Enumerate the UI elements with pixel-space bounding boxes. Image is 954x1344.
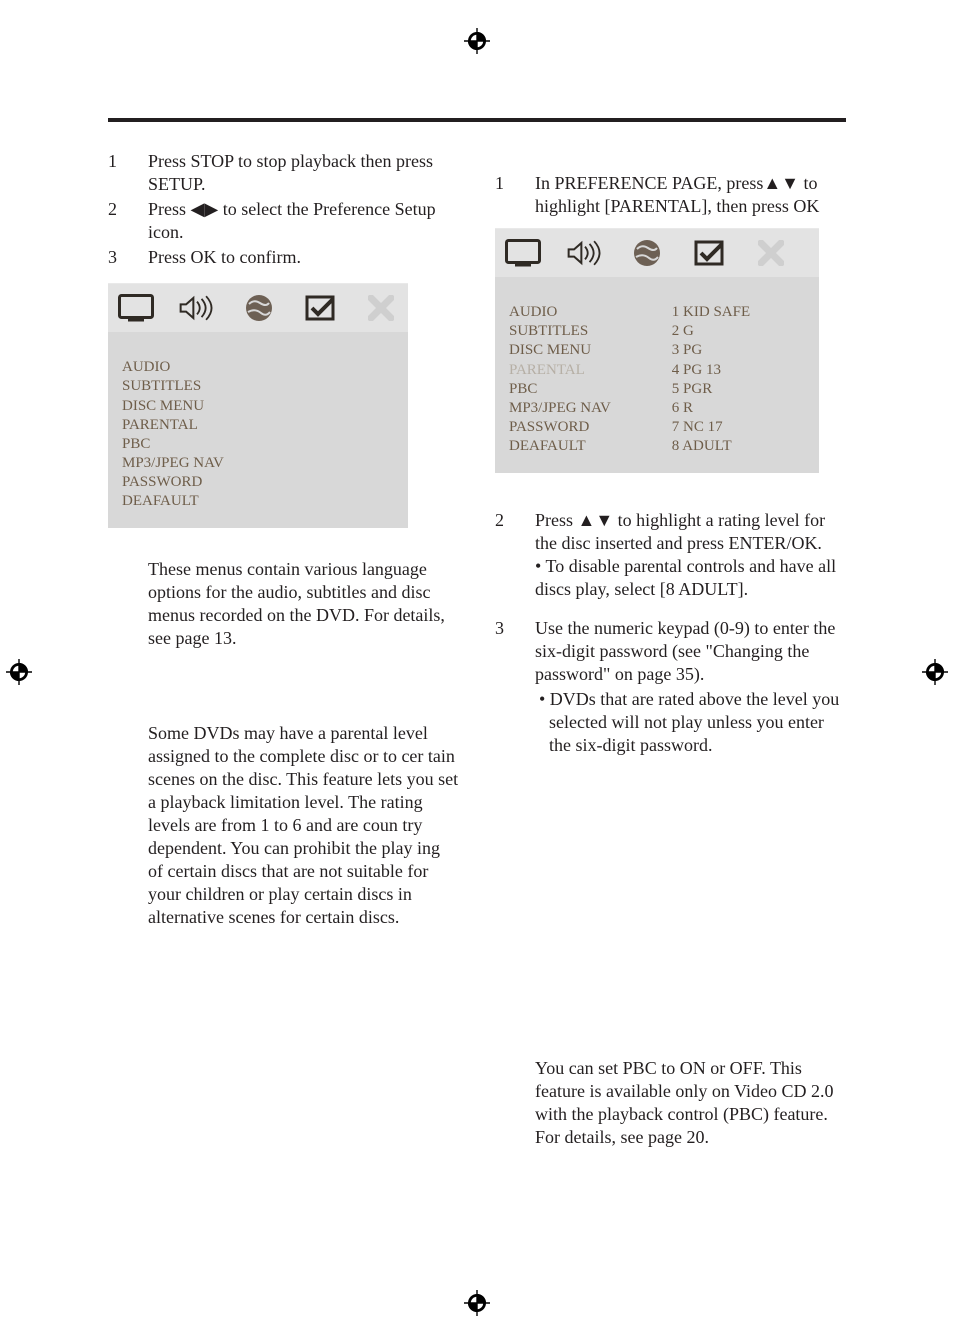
crop-mark-left-icon bbox=[6, 659, 32, 685]
osd-menu-item: PBC bbox=[122, 435, 272, 454]
osd-menu-item: SUBTITLES bbox=[509, 322, 672, 341]
right-step3: 3 Use the numeric keypad (0-9) to enter … bbox=[495, 617, 846, 757]
step-number: 3 bbox=[495, 617, 535, 757]
globe-icon bbox=[627, 237, 667, 269]
osd-menu-item: PARENTAL bbox=[122, 416, 272, 435]
osd-menu-item: MP3/JPEG NAV bbox=[509, 399, 672, 418]
osd-rating-item: 3 PG bbox=[672, 341, 805, 360]
osd-menu-item: DEAFAULT bbox=[122, 492, 272, 511]
list-item: 2 Press ▲▼ to highlight a rating level f… bbox=[495, 509, 846, 601]
paragraph-parental: Some DVDs may have a parental level assi… bbox=[108, 722, 459, 929]
osd-menu-item: PASSWORD bbox=[122, 473, 272, 492]
osd-menu-item: DISC MENU bbox=[122, 397, 272, 416]
checkbox-icon bbox=[689, 237, 729, 269]
crop-mark-bottom-icon bbox=[464, 1290, 490, 1316]
tv-icon bbox=[503, 237, 543, 269]
osd-rating-item: 8 ADULT bbox=[672, 437, 805, 456]
osd-menu-item: AUDIO bbox=[509, 303, 672, 322]
crop-mark-top-icon bbox=[464, 28, 490, 54]
globe-icon bbox=[239, 292, 278, 324]
osd-rating-item: 7 NC 17 bbox=[672, 418, 805, 437]
speaker-icon bbox=[177, 292, 217, 324]
step-text-main: Use the numeric keypad (0-9) to enter th… bbox=[535, 618, 835, 684]
osd-menu-item: AUDIO bbox=[122, 358, 272, 377]
osd-rating-item: 2 G bbox=[672, 322, 805, 341]
step-number: 2 bbox=[108, 198, 148, 244]
step-text-main: Press ▲▼ to highlight a rating level for… bbox=[535, 510, 825, 553]
osd-rating-item: 5 PGR bbox=[672, 380, 805, 399]
osd-rating-item: 1 KID SAFE bbox=[672, 303, 805, 322]
step-text: Press ◀▶ to select the Preference Setup … bbox=[148, 198, 459, 244]
page-content: 1 Press STOP to stop playback then press… bbox=[108, 118, 846, 1226]
step-number: 3 bbox=[108, 246, 148, 269]
list-item: 3 Press OK to confirm. bbox=[108, 246, 459, 269]
crop-mark-right-icon bbox=[922, 659, 948, 685]
osd-menu-item: MP3/JPEG NAV bbox=[122, 454, 272, 473]
step-text: Press STOP to stop playback then press S… bbox=[148, 150, 459, 196]
step-number: 1 bbox=[108, 150, 148, 196]
osd-tabbar bbox=[108, 284, 408, 332]
divider bbox=[108, 118, 846, 122]
right-column: 1 In PREFERENCE PAGE, press▲▼ to highlig… bbox=[495, 150, 846, 1149]
step-text: Press OK to confirm. bbox=[148, 246, 459, 269]
osd-menu-body: AUDIOSUBTITLESDISC MENUPARENTALPBCMP3/JP… bbox=[495, 293, 819, 473]
osd-rating-item: 6 R bbox=[672, 399, 805, 418]
paragraph-pbc: You can set PBC to ON or OFF. This featu… bbox=[495, 1057, 846, 1149]
step-text: Press ▲▼ to highlight a rating level for… bbox=[535, 509, 846, 601]
osd-menu-item: PBC bbox=[509, 380, 672, 399]
right-step2: 2 Press ▲▼ to highlight a rating level f… bbox=[495, 509, 846, 601]
osd-tabbar bbox=[495, 229, 819, 277]
osd-panel-preference: AUDIOSUBTITLESDISC MENUPARENTALPBCMP3/JP… bbox=[108, 283, 408, 528]
step-text-bullet: • To disable parental controls and have … bbox=[535, 556, 836, 599]
list-item: 1 In PREFERENCE PAGE, press▲▼ to highlig… bbox=[495, 172, 846, 218]
osd-menu-body: AUDIOSUBTITLESDISC MENUPARENTALPBCMP3/JP… bbox=[108, 348, 408, 528]
osd-menu-item: PARENTAL bbox=[509, 361, 672, 380]
checkbox-icon bbox=[300, 292, 339, 324]
list-item: 3 Use the numeric keypad (0-9) to enter … bbox=[495, 617, 846, 757]
list-item: 2 Press ◀▶ to select the Preference Setu… bbox=[108, 198, 459, 244]
left-column: 1 Press STOP to stop playback then press… bbox=[108, 150, 459, 1149]
step-text-bullet: • DVDs that are rated above the level yo… bbox=[535, 688, 846, 757]
step-number: 1 bbox=[495, 172, 535, 218]
tv-icon bbox=[116, 292, 155, 324]
paragraph-language: These menus contain various language opt… bbox=[108, 558, 459, 650]
osd-panel-parental: AUDIOSUBTITLESDISC MENUPARENTALPBCMP3/JP… bbox=[495, 228, 819, 473]
left-steps-list: 1 Press STOP to stop playback then press… bbox=[108, 150, 459, 269]
osd-menu-item: DEAFAULT bbox=[509, 437, 672, 456]
osd-menu-item: SUBTITLES bbox=[122, 377, 272, 396]
speaker-icon bbox=[565, 237, 605, 269]
right-step1: 1 In PREFERENCE PAGE, press▲▼ to highlig… bbox=[495, 172, 846, 218]
close-icon bbox=[751, 237, 791, 269]
step-text: Use the numeric keypad (0-9) to enter th… bbox=[535, 617, 846, 757]
step-text: In PREFERENCE PAGE, press▲▼ to highlight… bbox=[535, 172, 846, 218]
close-icon bbox=[361, 292, 400, 324]
osd-menu-item: DISC MENU bbox=[509, 341, 672, 360]
list-item: 1 Press STOP to stop playback then press… bbox=[108, 150, 459, 196]
osd-menu-item: PASSWORD bbox=[509, 418, 672, 437]
osd-rating-item: 4 PG 13 bbox=[672, 361, 805, 380]
step-number: 2 bbox=[495, 509, 535, 601]
